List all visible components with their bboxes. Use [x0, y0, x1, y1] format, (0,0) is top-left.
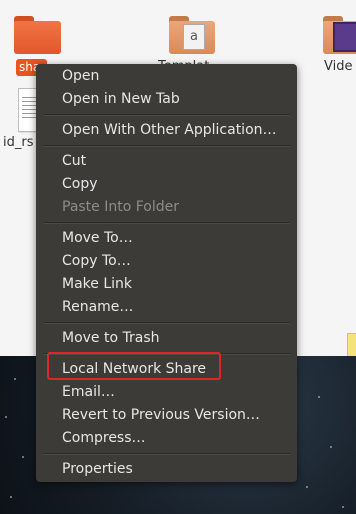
menu-item-copy[interactable]: Copy: [62, 173, 98, 195]
menu-separator: [43, 322, 290, 324]
menu-item-open-new-tab[interactable]: Open in New Tab: [62, 88, 180, 110]
menu-item-open[interactable]: Open: [62, 65, 99, 87]
context-menu: Open Open in New Tab Open With Other App…: [36, 64, 297, 482]
menu-separator: [43, 222, 290, 224]
menu-item-paste-into-folder: Paste Into Folder: [62, 199, 180, 215]
menu-item-open-with[interactable]: Open With Other Application…: [62, 119, 277, 141]
menu-item-make-link[interactable]: Make Link: [62, 273, 132, 295]
menu-separator: [43, 453, 290, 455]
folder-icon[interactable]: [14, 16, 61, 54]
menu-item-local-network-share[interactable]: Local Network Share: [62, 358, 206, 380]
videos-folder-icon[interactable]: [323, 16, 356, 54]
menu-item-move-to[interactable]: Move To…: [62, 227, 133, 249]
menu-item-rename[interactable]: Rename…: [62, 296, 133, 318]
film-icon: [333, 22, 356, 52]
file-label-videos[interactable]: Vide: [324, 59, 352, 74]
menu-separator: [43, 114, 290, 116]
templates-folder-icon[interactable]: a: [169, 16, 215, 54]
menu-item-properties[interactable]: Properties: [62, 458, 133, 480]
menu-item-revert[interactable]: Revert to Previous Version…: [62, 404, 260, 426]
menu-item-cut[interactable]: Cut: [62, 150, 86, 172]
menu-item-copy-to[interactable]: Copy To…: [62, 250, 131, 272]
menu-item-move-to-trash[interactable]: Move to Trash: [62, 327, 160, 349]
menu-item-email[interactable]: Email…: [62, 381, 115, 403]
menu-item-compress[interactable]: Compress…: [62, 427, 146, 449]
file-label-document[interactable]: id_rs: [3, 135, 33, 150]
menu-separator: [43, 145, 290, 147]
text-template-icon: a: [183, 24, 205, 50]
partial-file-icon[interactable]: [347, 333, 356, 357]
